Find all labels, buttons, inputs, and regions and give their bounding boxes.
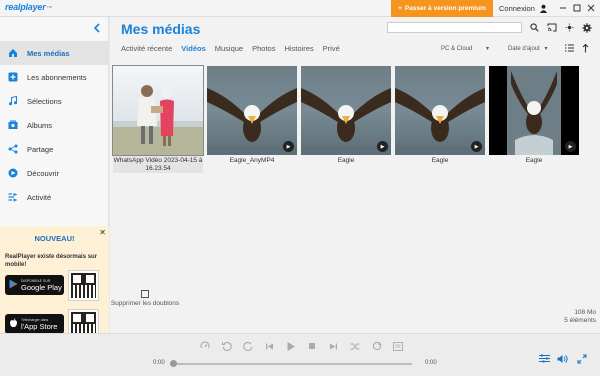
- brightness-icon[interactable]: [564, 22, 575, 33]
- promo-text: RealPlayer existe désormais sur mobile!: [5, 254, 98, 268]
- stop-icon[interactable]: [306, 340, 318, 352]
- main-panel: Mes médias Activité récente Vidéos Musiq…: [110, 17, 600, 333]
- video-thumbnail: ▶: [489, 66, 579, 155]
- media-tile[interactable]: ▶ Eagle: [395, 66, 485, 173]
- remove-duplicates-button[interactable]: Supprimer les doublons: [110, 300, 180, 307]
- sidebar-item-partage[interactable]: Partage: [0, 137, 109, 161]
- media-title: Eagle: [525, 157, 543, 164]
- sort-ascending-icon[interactable]: [582, 43, 589, 55]
- progress-knob[interactable]: [170, 360, 177, 367]
- user-icon[interactable]: [537, 2, 549, 14]
- compass-icon: [8, 168, 18, 178]
- video-thumbnail: ▶: [395, 66, 485, 155]
- close-icon[interactable]: [585, 2, 597, 14]
- media-tile[interactable]: ▶ Eagle_AnyMP4: [207, 66, 297, 173]
- google-play-icon: [9, 279, 18, 291]
- home-icon: [8, 48, 18, 58]
- tab-videos[interactable]: Vidéos: [181, 44, 205, 53]
- play-overlay-icon[interactable]: ▶: [471, 141, 482, 152]
- list-view-icon[interactable]: [565, 44, 574, 54]
- library-size: 108 Mo: [574, 309, 596, 316]
- next-track-icon[interactable]: [327, 340, 339, 352]
- progress-bar[interactable]: [174, 363, 412, 365]
- video-thumbnail: ▶: [207, 66, 297, 155]
- realplayer-logo: realplayer™: [5, 2, 53, 12]
- promo-close-icon[interactable]: ✕: [99, 228, 106, 237]
- elapsed-time: 0:00: [153, 360, 165, 366]
- settings-gear-icon[interactable]: [581, 22, 592, 33]
- mobile-promo-panel: NOUVEAU! ✕ RealPlayer existe désormais s…: [0, 226, 109, 350]
- activity-icon: [8, 192, 18, 202]
- media-title: Eagle_AnyMP4: [229, 157, 275, 164]
- google-play-button[interactable]: DISPONIBLE SUR Google Play: [5, 275, 64, 295]
- search-icon[interactable]: [529, 22, 540, 33]
- share-icon: [8, 144, 18, 154]
- replay-icon[interactable]: [242, 340, 254, 352]
- chevron-down-icon: ▾: [544, 46, 548, 52]
- album-icon: [8, 120, 18, 130]
- promo-title: NOUVEAU!: [34, 234, 75, 243]
- tab-photos[interactable]: Photos: [252, 44, 275, 53]
- play-overlay-icon[interactable]: ▶: [283, 141, 294, 152]
- search-input[interactable]: [387, 22, 522, 34]
- rewind-10-icon[interactable]: [221, 340, 233, 352]
- search-field[interactable]: [388, 24, 521, 34]
- duplicates-icon[interactable]: [141, 290, 149, 298]
- library-stats: 108 Mo 5 éléments: [564, 309, 596, 325]
- total-time: 0:00: [425, 360, 437, 366]
- player-bar: 0:00 0:00: [0, 333, 600, 376]
- volume-icon[interactable]: [557, 354, 568, 367]
- login-link[interactable]: Connexion: [499, 4, 535, 13]
- sort-dropdown[interactable]: Date d'ajout ▾: [508, 45, 548, 52]
- sidebar-item-decouvrir[interactable]: Découvrir: [0, 161, 109, 185]
- minimize-icon[interactable]: [557, 2, 569, 14]
- video-thumbnail: [113, 66, 203, 155]
- sidebar-item-mes-medias[interactable]: Mes médias: [0, 41, 109, 65]
- play-icon[interactable]: [285, 340, 297, 352]
- source-dropdown[interactable]: PC & Cloud ▾: [441, 45, 489, 52]
- media-grid: WhatsApp Vidéo 2023-04-15 à 16.23.54 ▶ E…: [112, 65, 579, 173]
- maximize-icon[interactable]: [571, 2, 583, 14]
- google-play-qr-code: [68, 270, 99, 301]
- media-title: Eagle: [337, 157, 355, 164]
- play-overlay-icon[interactable]: ▶: [565, 141, 576, 152]
- page-title: Mes médias: [121, 21, 201, 37]
- sidebar-item-abonnements[interactable]: Les abonnements: [0, 65, 109, 89]
- item-count: 5 éléments: [564, 317, 596, 324]
- sidebar-item-albums[interactable]: Albums: [0, 113, 109, 137]
- media-tile[interactable]: ▶ Eagle: [301, 66, 391, 173]
- cast-icon[interactable]: [546, 22, 557, 33]
- sidebar: Mes médias Les abonnements Sélections Al…: [0, 17, 109, 350]
- music-note-icon: [8, 96, 18, 106]
- plus-square-icon: [8, 72, 18, 82]
- media-title: WhatsApp Vidéo 2023-04-15 à 16.23.54: [113, 157, 203, 172]
- sidebar-item-activite[interactable]: Activité: [0, 185, 109, 209]
- equalizer-icon[interactable]: [539, 354, 550, 366]
- play-overlay-icon[interactable]: ▶: [377, 141, 388, 152]
- premium-button[interactable]: + Passer à version premium: [391, 0, 493, 17]
- tab-prive[interactable]: Privé: [323, 44, 340, 53]
- shuffle-icon[interactable]: [349, 340, 361, 352]
- video-thumbnail: ▶: [301, 66, 391, 155]
- tab-histoires[interactable]: Histoires: [284, 44, 313, 53]
- playlist-icon[interactable]: [392, 340, 404, 352]
- plus-icon: +: [398, 5, 402, 12]
- media-tabs: Activité récente Vidéos Musique Photos H…: [121, 44, 349, 53]
- title-bar: realplayer™ + Passer à version premium C…: [0, 0, 600, 17]
- previous-track-icon[interactable]: [263, 340, 275, 352]
- media-title: Eagle: [431, 157, 449, 164]
- tab-musique[interactable]: Musique: [215, 44, 243, 53]
- sidebar-item-selections[interactable]: Sélections: [0, 89, 109, 113]
- media-tile[interactable]: WhatsApp Vidéo 2023-04-15 à 16.23.54: [112, 65, 204, 173]
- repeat-icon[interactable]: [371, 340, 383, 352]
- speed-icon[interactable]: [199, 340, 211, 352]
- back-chevron-icon[interactable]: [93, 22, 101, 36]
- sidebar-nav: Mes médias Les abonnements Sélections Al…: [0, 41, 109, 209]
- fullscreen-icon[interactable]: [577, 354, 587, 367]
- tab-activite-recente[interactable]: Activité récente: [121, 44, 172, 53]
- media-tile[interactable]: ▶ Eagle: [489, 66, 579, 173]
- apple-icon: [9, 318, 18, 330]
- chevron-down-icon: ▾: [486, 46, 490, 52]
- app-store-button[interactable]: Télécharger dans l'App Store: [5, 314, 64, 334]
